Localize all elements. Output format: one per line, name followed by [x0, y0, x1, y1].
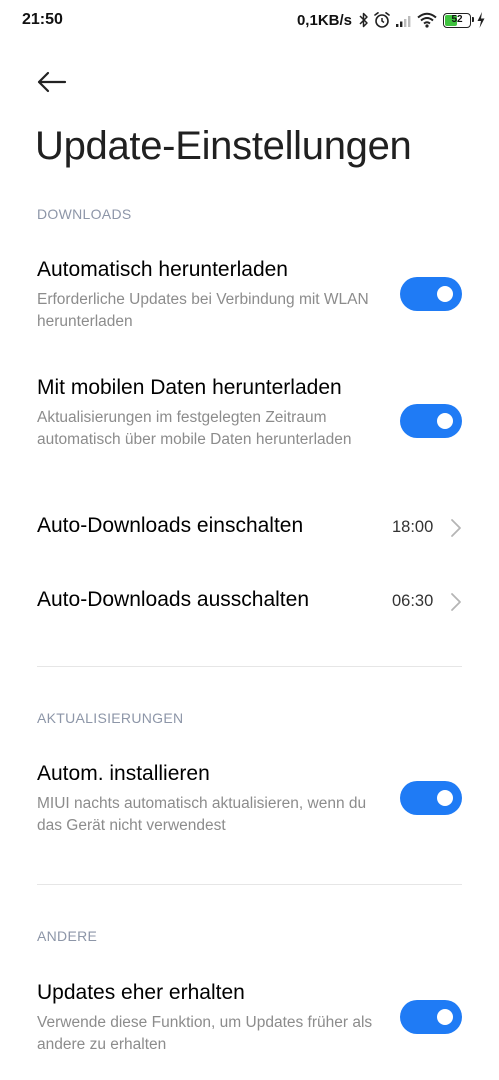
setting-title: Mit mobilen Daten herunterladen: [37, 376, 342, 399]
auto-on-time-value: 18:00: [392, 518, 434, 536]
setting-auto-downloads-on[interactable]: Auto-Downloads einschalten 18:00: [0, 514, 499, 548]
chevron-right-icon: [451, 519, 461, 537]
back-button[interactable]: [32, 62, 72, 102]
section-divider: [37, 666, 462, 667]
battery-icon: 52: [443, 12, 474, 28]
setting-auto-downloads-off[interactable]: Auto-Downloads ausschalten 06:30: [0, 588, 499, 622]
battery-cap: [472, 17, 474, 22]
setting-early-updates[interactable]: Updates eher erhalten Verwende diese Fun…: [0, 981, 499, 1061]
section-divider: [37, 884, 462, 885]
setting-title: Updates eher erhalten: [37, 981, 245, 1004]
section-header-downloads: DOWNLOADS: [37, 206, 132, 222]
page-title: Update-Einstellungen: [35, 124, 412, 168]
charging-icon: [477, 12, 485, 28]
setting-title: Autom. installieren: [37, 762, 210, 785]
setting-title: Auto-Downloads einschalten: [37, 514, 304, 537]
network-speed: 0,1KB/s: [296, 11, 352, 29]
signal-icon: [395, 13, 413, 28]
mobile-data-toggle[interactable]: [400, 404, 462, 438]
setting-mobile-data[interactable]: Mit mobilen Daten herunterladen Aktualis…: [0, 376, 499, 476]
setting-title: Automatisch herunterladen: [37, 258, 288, 281]
toggle-knob: [437, 413, 453, 429]
auto-install-toggle[interactable]: [400, 781, 462, 815]
chevron-right-icon: [451, 593, 461, 611]
status-icons: 0,1KB/s 52: [297, 10, 485, 30]
bluetooth-icon: [359, 12, 369, 28]
status-bar: 21:50 0,1KB/s 52: [0, 0, 499, 40]
early-updates-toggle[interactable]: [400, 1000, 462, 1034]
battery-level: 52: [451, 13, 463, 25]
setting-subtitle: Erforderliche Updates bei Verbindung mit…: [37, 291, 369, 330]
setting-subtitle: Aktualisierungen im festgelegten Zeitrau…: [37, 409, 352, 448]
toggle-knob: [437, 1009, 453, 1025]
auto-off-time-value: 06:30: [392, 592, 434, 610]
alarm-icon: [373, 11, 391, 29]
setting-subtitle: MIUI nachts automatisch aktualisieren, w…: [37, 795, 367, 834]
setting-title: Auto-Downloads ausschalten: [37, 588, 309, 611]
status-time: 21:50: [22, 11, 63, 28]
setting-auto-download[interactable]: Automatisch herunterladen Erforderliche …: [0, 258, 499, 338]
setting-subtitle: Verwende diese Funktion, um Updates früh…: [37, 1014, 373, 1053]
toggle-knob: [437, 286, 453, 302]
toggle-knob: [437, 790, 453, 806]
wifi-icon: [417, 12, 437, 28]
setting-auto-install[interactable]: Autom. installieren MIUI nachts automati…: [0, 762, 499, 842]
arrow-left-icon: [37, 71, 67, 93]
auto-download-toggle[interactable]: [400, 277, 462, 311]
section-header-updates: AKTUALISIERUNGEN: [37, 710, 184, 726]
section-header-other: ANDERE: [37, 928, 98, 944]
